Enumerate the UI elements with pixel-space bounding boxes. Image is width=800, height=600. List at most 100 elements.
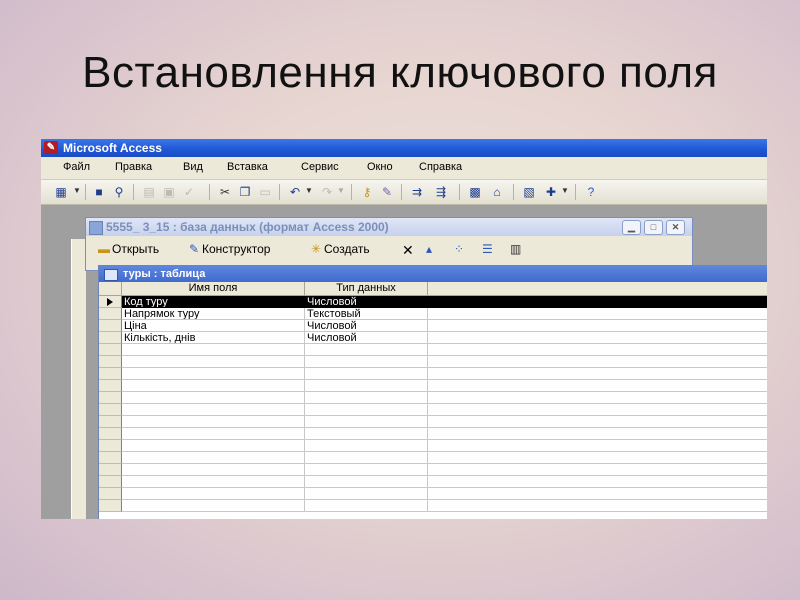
- description-cell[interactable]: [428, 476, 767, 488]
- field-name-cell[interactable]: [122, 380, 305, 392]
- cut-icon[interactable]: ✂: [217, 184, 233, 200]
- table-row[interactable]: [122, 476, 767, 488]
- row-selector[interactable]: [99, 476, 122, 488]
- table-row[interactable]: Код туру Числовой: [122, 296, 767, 308]
- data-type-cell[interactable]: Числовой: [305, 296, 428, 308]
- redo-icon[interactable]: ↷: [319, 184, 335, 200]
- data-type-cell[interactable]: [305, 368, 428, 380]
- large-icons-icon[interactable]: ▴: [426, 242, 432, 256]
- row-selector[interactable]: [99, 440, 122, 452]
- table-row[interactable]: [122, 464, 767, 476]
- print-icon[interactable]: ▤: [141, 184, 157, 200]
- row-selector[interactable]: [99, 356, 122, 368]
- close-button[interactable]: ✕: [666, 220, 685, 235]
- field-name-cell[interactable]: [122, 356, 305, 368]
- table-row[interactable]: [122, 380, 767, 392]
- description-cell[interactable]: [428, 452, 767, 464]
- view-dropdown-icon[interactable]: ▼: [73, 186, 81, 195]
- redo-dropdown-icon[interactable]: ▼: [337, 186, 345, 195]
- description-cell[interactable]: [428, 308, 767, 320]
- field-name-cell[interactable]: [122, 368, 305, 380]
- field-name-cell[interactable]: [122, 440, 305, 452]
- row-selector[interactable]: [99, 308, 122, 320]
- primary-key-icon[interactable]: ⚷: [359, 184, 375, 200]
- menu-file[interactable]: Файл: [63, 161, 90, 173]
- field-name-cell[interactable]: [122, 344, 305, 356]
- data-type-cell[interactable]: [305, 344, 428, 356]
- small-icons-icon[interactable]: ⁘: [454, 242, 464, 256]
- copy-icon[interactable]: ❐: [237, 184, 253, 200]
- print-preview-icon[interactable]: ▣: [161, 184, 177, 200]
- row-selector[interactable]: [99, 404, 122, 416]
- table-row[interactable]: [122, 356, 767, 368]
- row-selector[interactable]: [99, 500, 122, 512]
- description-cell[interactable]: [428, 500, 767, 512]
- new-object-dropdown-icon[interactable]: ▼: [561, 186, 569, 195]
- description-cell[interactable]: [428, 416, 767, 428]
- field-name-cell[interactable]: [122, 476, 305, 488]
- field-name-cell[interactable]: Кількість, днів: [122, 332, 305, 344]
- open-button[interactable]: ▬ Открыть: [96, 242, 159, 256]
- table-row[interactable]: [122, 428, 767, 440]
- description-cell[interactable]: [428, 428, 767, 440]
- menu-view[interactable]: Вид: [183, 161, 203, 173]
- row-selector[interactable]: [99, 428, 122, 440]
- data-type-cell[interactable]: [305, 404, 428, 416]
- field-name-cell[interactable]: [122, 416, 305, 428]
- field-name-cell[interactable]: [122, 452, 305, 464]
- data-type-cell[interactable]: [305, 428, 428, 440]
- data-type-cell[interactable]: [305, 464, 428, 476]
- maximize-button[interactable]: □: [644, 220, 663, 235]
- insert-rows-icon[interactable]: ⇉: [409, 184, 425, 200]
- table-row[interactable]: [122, 440, 767, 452]
- delete-icon[interactable]: ✕: [402, 242, 414, 259]
- data-type-cell[interactable]: Числовой: [305, 332, 428, 344]
- description-cell[interactable]: [428, 440, 767, 452]
- field-name-cell[interactable]: [122, 464, 305, 476]
- list-view-icon[interactable]: ☰: [482, 242, 493, 256]
- row-selector[interactable]: [99, 488, 122, 500]
- build-icon[interactable]: ✎: [379, 184, 395, 200]
- data-type-cell[interactable]: [305, 452, 428, 464]
- field-name-cell[interactable]: [122, 428, 305, 440]
- data-type-cell[interactable]: [305, 476, 428, 488]
- search-icon[interactable]: ⚲: [111, 184, 127, 200]
- table-row[interactable]: Кількість, днів Числовой: [122, 332, 767, 344]
- row-selector[interactable]: [99, 380, 122, 392]
- field-name-cell[interactable]: [122, 500, 305, 512]
- description-cell[interactable]: [428, 356, 767, 368]
- design-button[interactable]: ✎ Конструктор: [186, 242, 270, 256]
- description-cell[interactable]: [428, 464, 767, 476]
- paste-icon[interactable]: ▭: [257, 184, 273, 200]
- description-cell[interactable]: [428, 320, 767, 332]
- undo-dropdown-icon[interactable]: ▼: [305, 186, 313, 195]
- row-selector[interactable]: [99, 332, 122, 344]
- table-row[interactable]: Ціна Числовой: [122, 320, 767, 332]
- description-cell[interactable]: [428, 488, 767, 500]
- undo-icon[interactable]: ↶: [287, 184, 303, 200]
- menu-insert[interactable]: Вставка: [227, 161, 268, 173]
- row-selector[interactable]: [99, 368, 122, 380]
- field-name-cell[interactable]: [122, 392, 305, 404]
- details-view-icon[interactable]: ▥: [510, 242, 521, 256]
- field-name-cell[interactable]: Код туру: [122, 296, 305, 308]
- help-icon[interactable]: ?: [583, 184, 599, 200]
- description-cell[interactable]: [428, 380, 767, 392]
- data-type-cell[interactable]: [305, 380, 428, 392]
- row-selector[interactable]: [99, 320, 122, 332]
- table-row[interactable]: [122, 452, 767, 464]
- description-cell[interactable]: [428, 296, 767, 308]
- delete-rows-icon[interactable]: ⇶: [433, 184, 449, 200]
- description-cell[interactable]: [428, 404, 767, 416]
- save-icon[interactable]: ■: [91, 184, 107, 200]
- table-row[interactable]: [122, 392, 767, 404]
- table-row[interactable]: [122, 344, 767, 356]
- data-type-cell[interactable]: [305, 488, 428, 500]
- table-row[interactable]: [122, 404, 767, 416]
- description-cell[interactable]: [428, 344, 767, 356]
- data-type-cell[interactable]: [305, 392, 428, 404]
- table-row[interactable]: Напрямок туру Текстовый: [122, 308, 767, 320]
- create-button[interactable]: ✳ Создать: [308, 242, 370, 256]
- menu-edit[interactable]: Правка: [115, 161, 152, 173]
- field-name-cell[interactable]: Напрямок туру: [122, 308, 305, 320]
